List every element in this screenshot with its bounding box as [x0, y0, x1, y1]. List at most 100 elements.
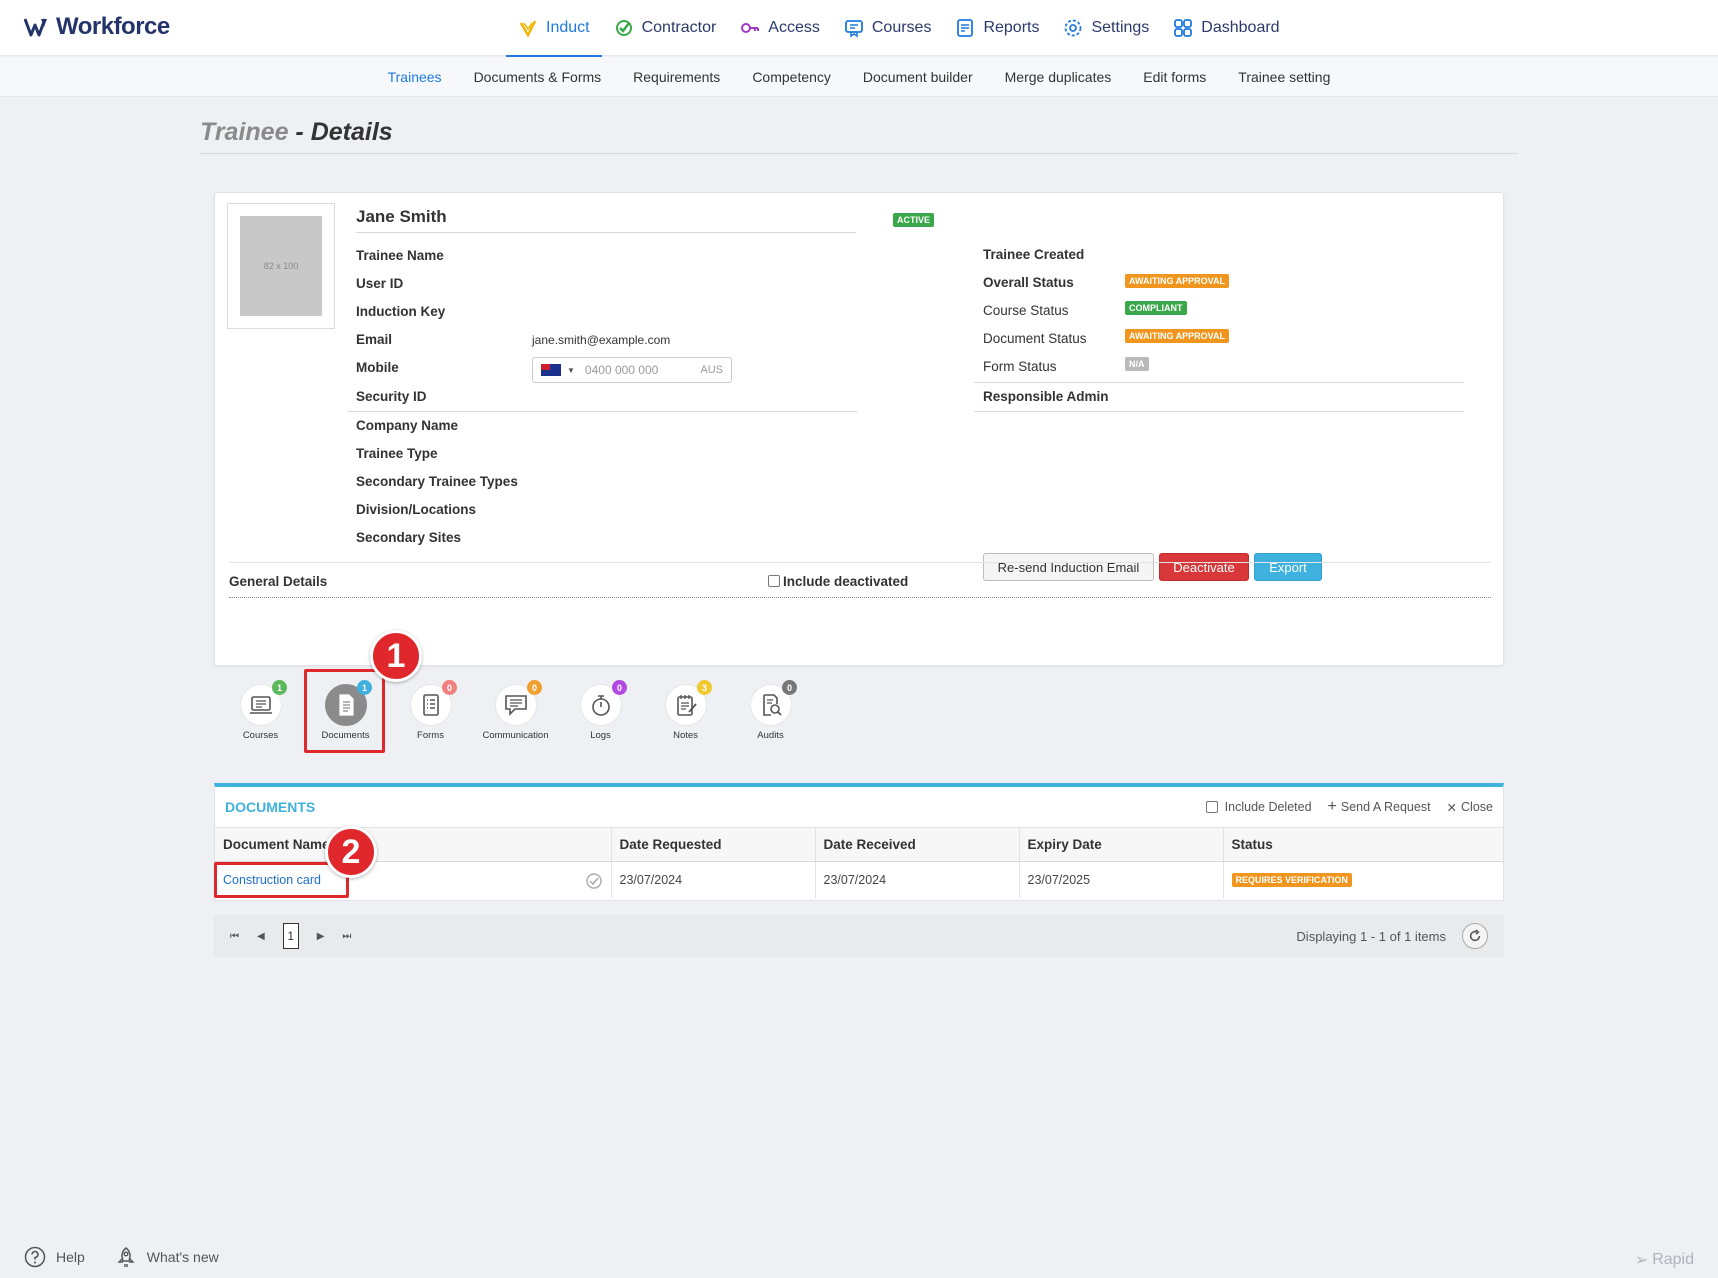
subnav-documents-forms[interactable]: Documents & Forms — [458, 69, 618, 85]
documents-panel: DOCUMENTS Include Deleted + Send A Reques… — [214, 783, 1504, 901]
dotted-divider — [229, 597, 1491, 598]
subnav-edit-forms[interactable]: Edit forms — [1127, 69, 1222, 85]
tab-communication[interactable]: 0 Communication — [473, 677, 558, 747]
label-secondary-sites: Secondary Sites — [356, 530, 462, 545]
nav-label: Reports — [983, 19, 1040, 36]
column-header-date-received[interactable]: Date Received — [815, 828, 1020, 862]
contractor-icon — [615, 20, 632, 36]
callout-number-2: 2 — [325, 826, 377, 878]
help-label: Help — [56, 1249, 85, 1265]
table-row: Construction card 23/07/2024 23/07/2024 … — [215, 861, 1503, 898]
include-deactivated-checkbox[interactable] — [768, 575, 780, 587]
label-mobile: Mobile — [356, 360, 399, 375]
rapid-logo: ➢ Rapid — [1635, 1250, 1694, 1270]
column-header-document-name[interactable]: Document Name — [215, 828, 612, 862]
sub-navigation: Trainees Documents & Forms Requirements … — [0, 57, 1718, 97]
close-documents-button[interactable]: ✕ Close — [1447, 800, 1493, 815]
tab-courses[interactable]: 1 Courses — [218, 677, 303, 747]
first-page-icon[interactable]: ⏮ — [230, 931, 239, 942]
nav-label: Induct — [546, 19, 590, 36]
label-responsible-admin: Responsible Admin — [983, 389, 1109, 404]
subnav-trainees[interactable]: Trainees — [372, 69, 458, 85]
label-company-name: Company Name — [356, 418, 459, 433]
chevron-down-icon[interactable]: ▼ — [567, 366, 575, 375]
label-trainee-created: Trainee Created — [983, 247, 1085, 262]
nav-label: Contractor — [641, 19, 717, 36]
page-title-section: Trainee — [200, 118, 289, 146]
whats-new-link[interactable]: What's new — [115, 1246, 219, 1268]
tab-notes[interactable]: 3 Notes — [643, 677, 728, 747]
last-page-icon[interactable]: ⏭ — [342, 931, 351, 942]
include-deactivated-toggle[interactable]: Include deactivated — [768, 574, 908, 589]
tab-audits[interactable]: 0 Audits — [728, 677, 813, 747]
table-header-row: Document Name Date Requested Date Receiv… — [215, 828, 1503, 862]
tab-label: Audits — [757, 730, 784, 741]
refresh-icon[interactable] — [1462, 923, 1488, 949]
courses-icon — [844, 20, 863, 38]
nav-reports[interactable]: Reports — [943, 0, 1051, 56]
general-details-bar: General Details Include deactivated — [229, 562, 1491, 598]
trainee-details-panel: 82 x 100 Jane Smith ACTIVE Trainee Name … — [214, 192, 1504, 666]
label-division-locations: Division/Locations — [356, 502, 477, 517]
mobile-input[interactable]: ▼ 0400 000 000 AUS — [532, 357, 732, 383]
nav-induct[interactable]: Induct — [506, 0, 602, 57]
nav-courses[interactable]: Courses — [832, 0, 944, 56]
forms-tab-icon — [422, 694, 439, 716]
active-status-badge: ACTIVE — [893, 213, 935, 227]
documents-title: DOCUMENTS — [225, 799, 316, 815]
whats-new-label: What's new — [146, 1249, 219, 1265]
label-document-status: Document Status — [983, 331, 1087, 346]
help-icon — [24, 1246, 46, 1268]
prev-page-icon[interactable]: ◀ — [257, 931, 265, 942]
documents-header: DOCUMENTS Include Deleted + Send A Reques… — [215, 787, 1503, 828]
courses-count-badge: 1 — [272, 680, 287, 695]
date-received-cell: 23/07/2024 — [815, 861, 1020, 898]
label-secondary-trainee-types: Secondary Trainee Types — [356, 474, 518, 489]
send-request-button[interactable]: + Send A Request — [1328, 798, 1431, 816]
nav-settings[interactable]: Settings — [1051, 0, 1161, 56]
column-header-status[interactable]: Status — [1223, 828, 1503, 862]
include-deleted-checkbox[interactable] — [1205, 801, 1218, 813]
workforce-logo[interactable]: Workforce — [24, 13, 170, 41]
mobile-placeholder: 0400 000 000 — [584, 363, 659, 377]
include-deleted-toggle[interactable]: Include Deleted — [1205, 800, 1312, 814]
label-form-status: Form Status — [983, 359, 1057, 374]
subnav-document-builder[interactable]: Document builder — [847, 69, 989, 85]
title-divider — [200, 153, 1518, 154]
subnav-requirements[interactable]: Requirements — [617, 69, 736, 85]
subnav-trainee-setting[interactable]: Trainee setting — [1222, 69, 1346, 85]
expiry-date-cell: 23/07/2025 — [1019, 861, 1224, 898]
next-page-icon[interactable]: ▶ — [317, 931, 325, 942]
column-header-expiry-date[interactable]: Expiry Date — [1019, 828, 1224, 862]
trainee-photo[interactable]: 82 x 100 — [227, 203, 335, 329]
subnav-competency[interactable]: Competency — [736, 69, 847, 85]
divider — [347, 411, 857, 412]
form-status-badge: N/A — [1125, 357, 1149, 371]
photo-placeholder: 82 x 100 — [240, 216, 322, 316]
label-trainee-type: Trainee Type — [356, 446, 438, 461]
tab-forms[interactable]: 0 Forms — [388, 677, 473, 747]
audits-tab-icon — [762, 694, 782, 716]
subnav-merge-duplicates[interactable]: Merge duplicates — [989, 69, 1128, 85]
column-header-date-requested[interactable]: Date Requested — [611, 828, 816, 862]
verify-check-icon[interactable] — [585, 872, 603, 890]
nav-access[interactable]: Access — [728, 0, 832, 56]
callout-highlight-documents-tab — [304, 669, 385, 753]
requires-verification-badge: REQUIRES VERIFICATION — [1231, 873, 1352, 888]
current-page-number[interactable]: 1 — [282, 923, 299, 949]
australia-flag-icon[interactable] — [541, 364, 561, 376]
nav-dashboard[interactable]: Dashboard — [1161, 0, 1291, 56]
access-key-icon — [741, 23, 760, 33]
tab-logs[interactable]: 0 Logs — [558, 677, 643, 747]
page-title: Trainee - Details — [200, 118, 393, 147]
help-link[interactable]: Help — [24, 1246, 85, 1268]
brand-name: Workforce — [56, 13, 170, 40]
label-security-id: Security ID — [356, 389, 427, 404]
workforce-logo-icon — [24, 18, 47, 37]
tab-label: Logs — [590, 730, 611, 741]
tab-label: Courses — [242, 730, 279, 741]
nav-contractor[interactable]: Contractor — [602, 0, 729, 56]
nav-label: Settings — [1091, 19, 1150, 36]
communication-count-badge: 0 — [527, 680, 542, 695]
label-course-status: Course Status — [983, 303, 1069, 318]
